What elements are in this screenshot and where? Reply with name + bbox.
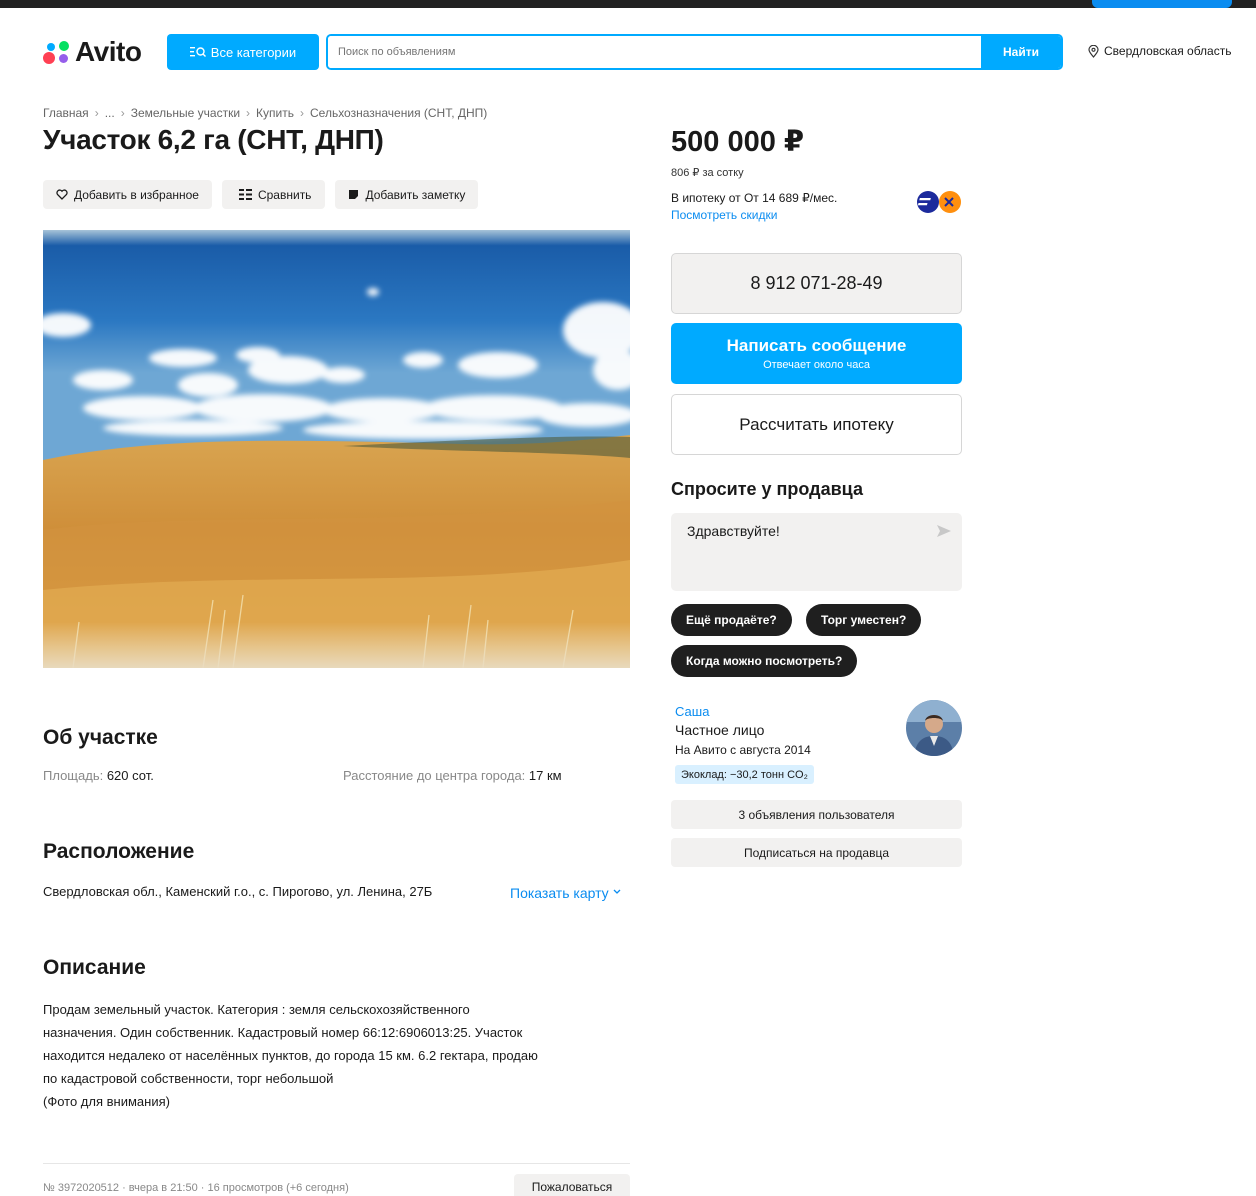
distance-value: 17 км — [528, 768, 562, 783]
breadcrumb-item[interactable]: Купить — [256, 106, 294, 120]
eco-badge[interactable]: Экоклад: −30,2 тонн CO₂ — [675, 765, 814, 784]
listing-title: Участок 6,2 га (СНТ, ДНП) — [43, 124, 384, 155]
show-map-link[interactable]: Показать карту — [510, 885, 621, 901]
price-per-sotka: 806 ₽ за сотку — [671, 167, 744, 179]
distance-param: Расстояние до центра города: 17 км — [343, 768, 562, 783]
all-categories-label: Все категории — [210, 44, 297, 60]
description-line: находится недалеко от населённых пунктов… — [43, 1048, 538, 1063]
seller-ads-button[interactable]: 3 объявления пользователя — [671, 800, 962, 829]
field-landscape-image — [43, 230, 630, 668]
response-time-label: Отвечает около часа — [763, 359, 870, 371]
seller-type: Частное лицо — [675, 722, 765, 738]
area-value: 620 сот. — [106, 768, 154, 783]
search-button[interactable]: Найти — [981, 36, 1061, 68]
search-input[interactable] — [328, 36, 981, 68]
breadcrumb: Главная › ... › Земельные участки › Купи… — [43, 106, 487, 120]
seller-since: На Авито с августа 2014 — [675, 743, 811, 757]
browser-top-strip — [0, 0, 1256, 8]
add-favorite-label: Добавить в избранное — [74, 187, 199, 202]
breadcrumb-separator: › — [300, 106, 304, 120]
quick-question-chip[interactable]: Торг уместен? — [806, 604, 922, 636]
search-bar: Найти — [326, 34, 1063, 70]
footer-divider — [43, 1163, 630, 1164]
write-message-label: Написать сообщение — [726, 336, 907, 355]
breadcrumb-item[interactable]: Земельные участки — [131, 106, 240, 120]
breadcrumb-item[interactable]: Главная — [43, 106, 89, 120]
quick-question-chip[interactable]: Ещё продаёте? — [671, 604, 792, 636]
logo-text: Avito — [75, 36, 142, 67]
description-line: назначения. Один собственник. Кадастровы… — [43, 1025, 523, 1040]
ask-seller-input[interactable]: Здравствуйте! — [671, 513, 962, 591]
ask-input-value: Здравствуйте! — [687, 523, 780, 539]
show-map-label: Показать карту — [510, 885, 609, 901]
mortgage-offer: В ипотеку от От 14 689 ₽/мес. — [671, 191, 838, 205]
listing-actions: Добавить в избранное Сравнить Добавить з… — [43, 180, 479, 209]
description-line: по кадастровой собственности, торг небол… — [43, 1071, 334, 1086]
breadcrumb-item[interactable]: ... — [105, 106, 115, 120]
address-text: Свердловская обл., Каменский г.о., с. Пи… — [43, 884, 433, 899]
description-section-title: Описание — [43, 956, 146, 979]
avito-logo[interactable]: Avito — [43, 36, 142, 68]
area-param: Площадь: 620 сот. — [43, 768, 154, 783]
all-categories-button[interactable]: Все категории — [167, 34, 319, 70]
compare-label: Сравнить — [257, 187, 312, 202]
breadcrumb-separator: › — [120, 106, 125, 120]
seller-name-link[interactable]: Саша — [675, 704, 709, 719]
listing-photo[interactable] — [43, 230, 630, 668]
view-discounts-link[interactable]: Посмотреть скидки — [671, 208, 777, 222]
send-icon[interactable] — [936, 523, 952, 539]
breadcrumb-item[interactable]: Сельхозназначения (СНТ, ДНП) — [310, 106, 487, 120]
add-note-label: Добавить заметку — [365, 187, 466, 202]
quick-question-chip[interactable]: Когда можно посмотреть? — [671, 645, 858, 677]
location-pin-icon — [1088, 44, 1099, 58]
site-header: Avito Все категории Найти Свердловская о… — [0, 30, 1256, 72]
menu-search-icon — [189, 47, 206, 57]
complain-button[interactable]: Пожаловаться — [514, 1174, 630, 1196]
description-line: (Фото для внимания) — [43, 1094, 170, 1109]
breadcrumb-separator: › — [94, 106, 99, 120]
region-selector[interactable]: Свердловская область — [1088, 44, 1231, 58]
compare-icon — [238, 189, 252, 200]
write-message-button[interactable]: Написать сообщение Отвечает около часа — [671, 323, 962, 384]
note-icon — [349, 190, 359, 199]
heart-icon — [56, 189, 68, 200]
listing-meta: № 3972020512 · вчера в 21:50 · 16 просмо… — [43, 1182, 349, 1194]
logo-dots-icon — [43, 39, 71, 65]
add-favorite-button[interactable]: Добавить в избранное — [43, 180, 212, 209]
avatar-photo — [906, 700, 962, 756]
description-text: Продам земельный участок. Категория : зе… — [43, 998, 633, 1113]
calculate-mortgage-button[interactable]: Рассчитать ипотеку — [671, 394, 962, 455]
breadcrumb-separator: › — [246, 106, 251, 120]
ask-seller-title: Спросите у продавца — [671, 479, 863, 499]
chevron-down-icon — [613, 889, 621, 894]
subscribe-seller-button[interactable]: Подписаться на продавца — [671, 838, 962, 867]
distance-label: Расстояние до центра города: — [343, 768, 526, 783]
compare-button[interactable]: Сравнить — [221, 180, 326, 209]
region-label: Свердловская область — [1104, 44, 1232, 58]
price: 500 000 ₽ — [671, 126, 805, 158]
bank-logos-icon — [917, 191, 961, 213]
seller-avatar[interactable] — [906, 700, 962, 756]
location-section-title: Расположение — [43, 840, 195, 863]
about-section-title: Об участке — [43, 726, 158, 749]
show-phone-button[interactable]: 8 912 071-28-49 — [671, 253, 962, 314]
area-label: Площадь: — [43, 768, 104, 783]
description-line: Продам земельный участок. Категория : зе… — [43, 1002, 470, 1017]
top-strip-button[interactable] — [1092, 0, 1232, 8]
add-note-button[interactable]: Добавить заметку — [335, 180, 479, 209]
